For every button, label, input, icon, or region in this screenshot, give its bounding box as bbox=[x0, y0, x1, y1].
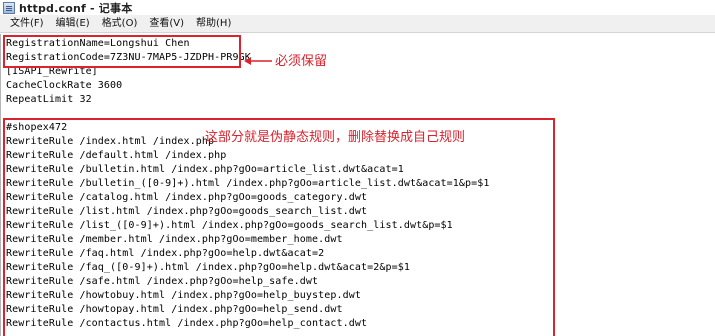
text-line: RewriteRule /safe.html /index.php?gOo=he… bbox=[6, 276, 319, 287]
text-line: RewriteRule /bulletin_([0-9]+).html /ind… bbox=[6, 178, 490, 189]
text-line: RewriteRule /howtobuy.html /index.php?gO… bbox=[6, 290, 361, 301]
text-line: [ISAPI_Rewrite] bbox=[6, 66, 98, 77]
keep-annotation: 必须保留 bbox=[275, 54, 328, 69]
menu-edit[interactable]: 编辑(E) bbox=[50, 16, 96, 32]
text-line: RepeatLimit 32 bbox=[6, 94, 92, 105]
text-line: RewriteRule /contactus.html /index.php?g… bbox=[6, 318, 368, 329]
text-line: RewriteRule /bulletin.html /index.php?gO… bbox=[6, 164, 404, 175]
text-line: RegistrationCode=7Z3NU-7MAP5-JZDPH-PR9GK bbox=[6, 52, 251, 63]
menu-file[interactable]: 文件(F) bbox=[4, 16, 50, 32]
text-line: RewriteRule /list_([0-9]+).html /index.p… bbox=[6, 220, 453, 231]
left-arrow-icon bbox=[244, 57, 272, 65]
text-line: RewriteRule /faq_([0-9]+).html /index.ph… bbox=[6, 262, 410, 273]
text-line: RewriteRule /faq.html /index.php?gOo=hel… bbox=[6, 248, 325, 259]
text-line: RewriteRule /member.html /index.php?gOo=… bbox=[6, 234, 343, 245]
menu-help[interactable]: 帮助(H) bbox=[190, 16, 237, 32]
menu-view[interactable]: 查看(V) bbox=[143, 16, 190, 32]
text-line: RewriteRule /catalog.html /index.php?gOo… bbox=[6, 192, 368, 203]
rules-annotation: 这部分就是伪静态规则，删除替换成自己规则 bbox=[205, 130, 466, 145]
text-line: RegistrationName=Longshui Chen bbox=[6, 38, 190, 49]
text-line: RewriteRule /index.html /index.php bbox=[6, 136, 215, 147]
text-line: #shopex472 bbox=[6, 122, 68, 133]
menu-format[interactable]: 格式(O) bbox=[96, 16, 144, 32]
text-line: RewriteRule /howtopay.html /index.php?gO… bbox=[6, 304, 343, 315]
text-line: RewriteRule /list.html /index.php?gOo=go… bbox=[6, 206, 368, 217]
window-title: httpd.conf - 记事本 bbox=[19, 1, 133, 15]
title-bar: httpd.conf - 记事本 bbox=[0, 0, 715, 16]
text-line: RewriteRule /default.html /index.php bbox=[6, 150, 227, 161]
notepad-icon bbox=[3, 1, 15, 14]
menu-bar: 文件(F) 编辑(E) 格式(O) 查看(V) 帮助(H) bbox=[0, 16, 715, 33]
text-line: CacheClockRate 3600 bbox=[6, 80, 123, 91]
